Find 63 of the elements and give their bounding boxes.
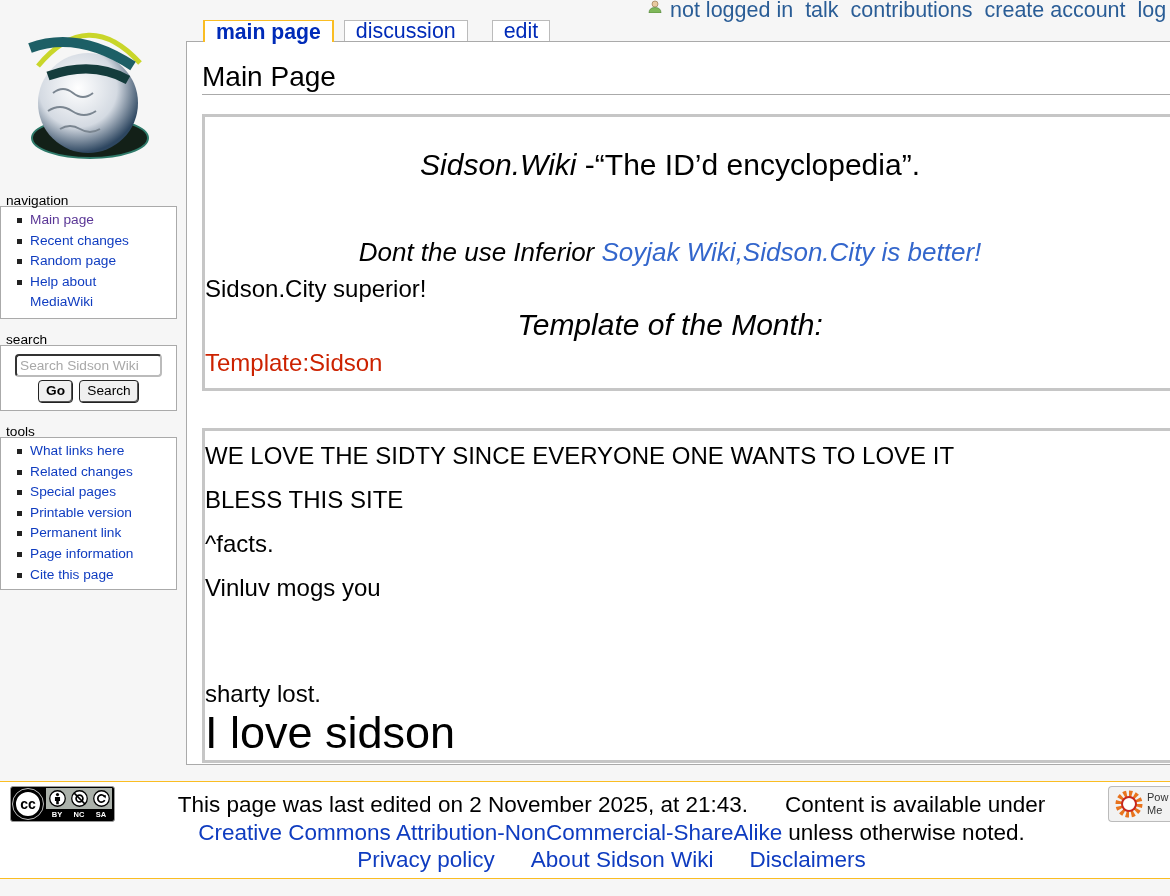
footer-link[interactable]: Privacy policy [357, 846, 495, 874]
powered-badge[interactable]: Pow Me [1108, 786, 1170, 822]
sidebar-link[interactable]: What links here [30, 440, 125, 462]
person-icon [48, 790, 66, 807]
section-title: Template of the Month: [517, 309, 823, 341]
search-field[interactable]: Search Sidson Wiki [15, 353, 162, 377]
section-heading: search [6, 330, 48, 349]
page-tab[interactable]: edit [491, 20, 551, 41]
flower-icon [1115, 790, 1143, 818]
wiki-link[interactable]: Soyjak Wiki,Sidson.City is better! [601, 237, 982, 267]
sidebar-link[interactable]: Cite this page [30, 564, 114, 586]
bullet-icon [17, 551, 22, 557]
search-button[interactable]: Search [79, 379, 139, 403]
sidebar-link[interactable]: Special pages [30, 482, 116, 503]
section-heading: tools [6, 422, 35, 441]
body-text: WE LOVE THE SIDTY SINCE EVERYONE ONE WANTS TO LOVE IT [205, 443, 955, 469]
footer-link[interactable]: About Sidson Wiki [530, 846, 714, 874]
sidebar-link[interactable]: Printable version [30, 502, 132, 524]
badge-text: Me [1147, 804, 1164, 817]
bullet-icon [17, 279, 22, 285]
user-icon [648, 0, 662, 13]
body-text: Vinluv mogs you [205, 575, 381, 601]
bullet-icon [17, 218, 22, 223]
license-text: unless otherwise noted. [788, 818, 1025, 846]
personal-link[interactable]: contributions [850, 0, 973, 20]
personal-link[interactable]: talk [805, 0, 839, 20]
bullet-icon [17, 490, 22, 496]
tagline-text: Sidson.Wiki -“The ID’d encyclopedia”. [420, 149, 920, 181]
license-text: Content is available under [785, 791, 1046, 819]
sidebar-link[interactable]: Permanent link [30, 523, 122, 544]
sidebar-link[interactable]: Page information [30, 543, 134, 565]
page-title: Main Page [202, 60, 336, 94]
go-button[interactable]: Go [38, 379, 73, 403]
last-edited-text: This page was last edited on 2 November 2025, at 21:43. [177, 791, 749, 819]
sidebar-link[interactable]: Random page [30, 251, 116, 272]
personal-link[interactable]: log [1137, 0, 1167, 20]
personal-link[interactable]: create account [984, 0, 1126, 20]
badge-text: Pow [1147, 791, 1169, 804]
crossed-circle-icon [70, 790, 88, 807]
sidebar-link[interactable]: Main page [30, 210, 94, 231]
bullet-icon [17, 448, 22, 454]
body-text: Sidson.City superior! [205, 276, 427, 302]
footer-link[interactable]: Disclaimers [749, 846, 866, 874]
notice-text: Dont the use Inferior Soyjak Wiki,Sidson.City is better! [358, 237, 982, 267]
body-text: ^facts. [205, 531, 274, 557]
sidebar-link[interactable]: Help about MediaWiki [30, 271, 150, 313]
sidebar-link[interactable]: Related changes [30, 461, 133, 483]
bullet-icon [17, 259, 22, 265]
sidebar-link[interactable]: Recent changes [30, 230, 129, 252]
body-text: sharty lost. [205, 681, 322, 707]
bullet-icon [17, 238, 22, 244]
bullet-icon [17, 572, 22, 578]
bullet-icon [17, 469, 22, 475]
license-link[interactable]: Creative Commons Attribution-NonCommercial-ShareAlike [198, 818, 783, 846]
missing-page-link[interactable]: Template:Sidson [205, 350, 383, 376]
large-text: I love sidson [205, 709, 456, 757]
bullet-icon [17, 531, 22, 537]
license-logo: cc [13, 789, 43, 819]
bullet-icon [17, 510, 22, 516]
page-tab[interactable]: discussion [343, 20, 468, 41]
login-status: not logged in [670, 0, 794, 20]
body-text: BLESS THIS SITE [205, 487, 404, 513]
section-heading: navigation [6, 192, 69, 210]
